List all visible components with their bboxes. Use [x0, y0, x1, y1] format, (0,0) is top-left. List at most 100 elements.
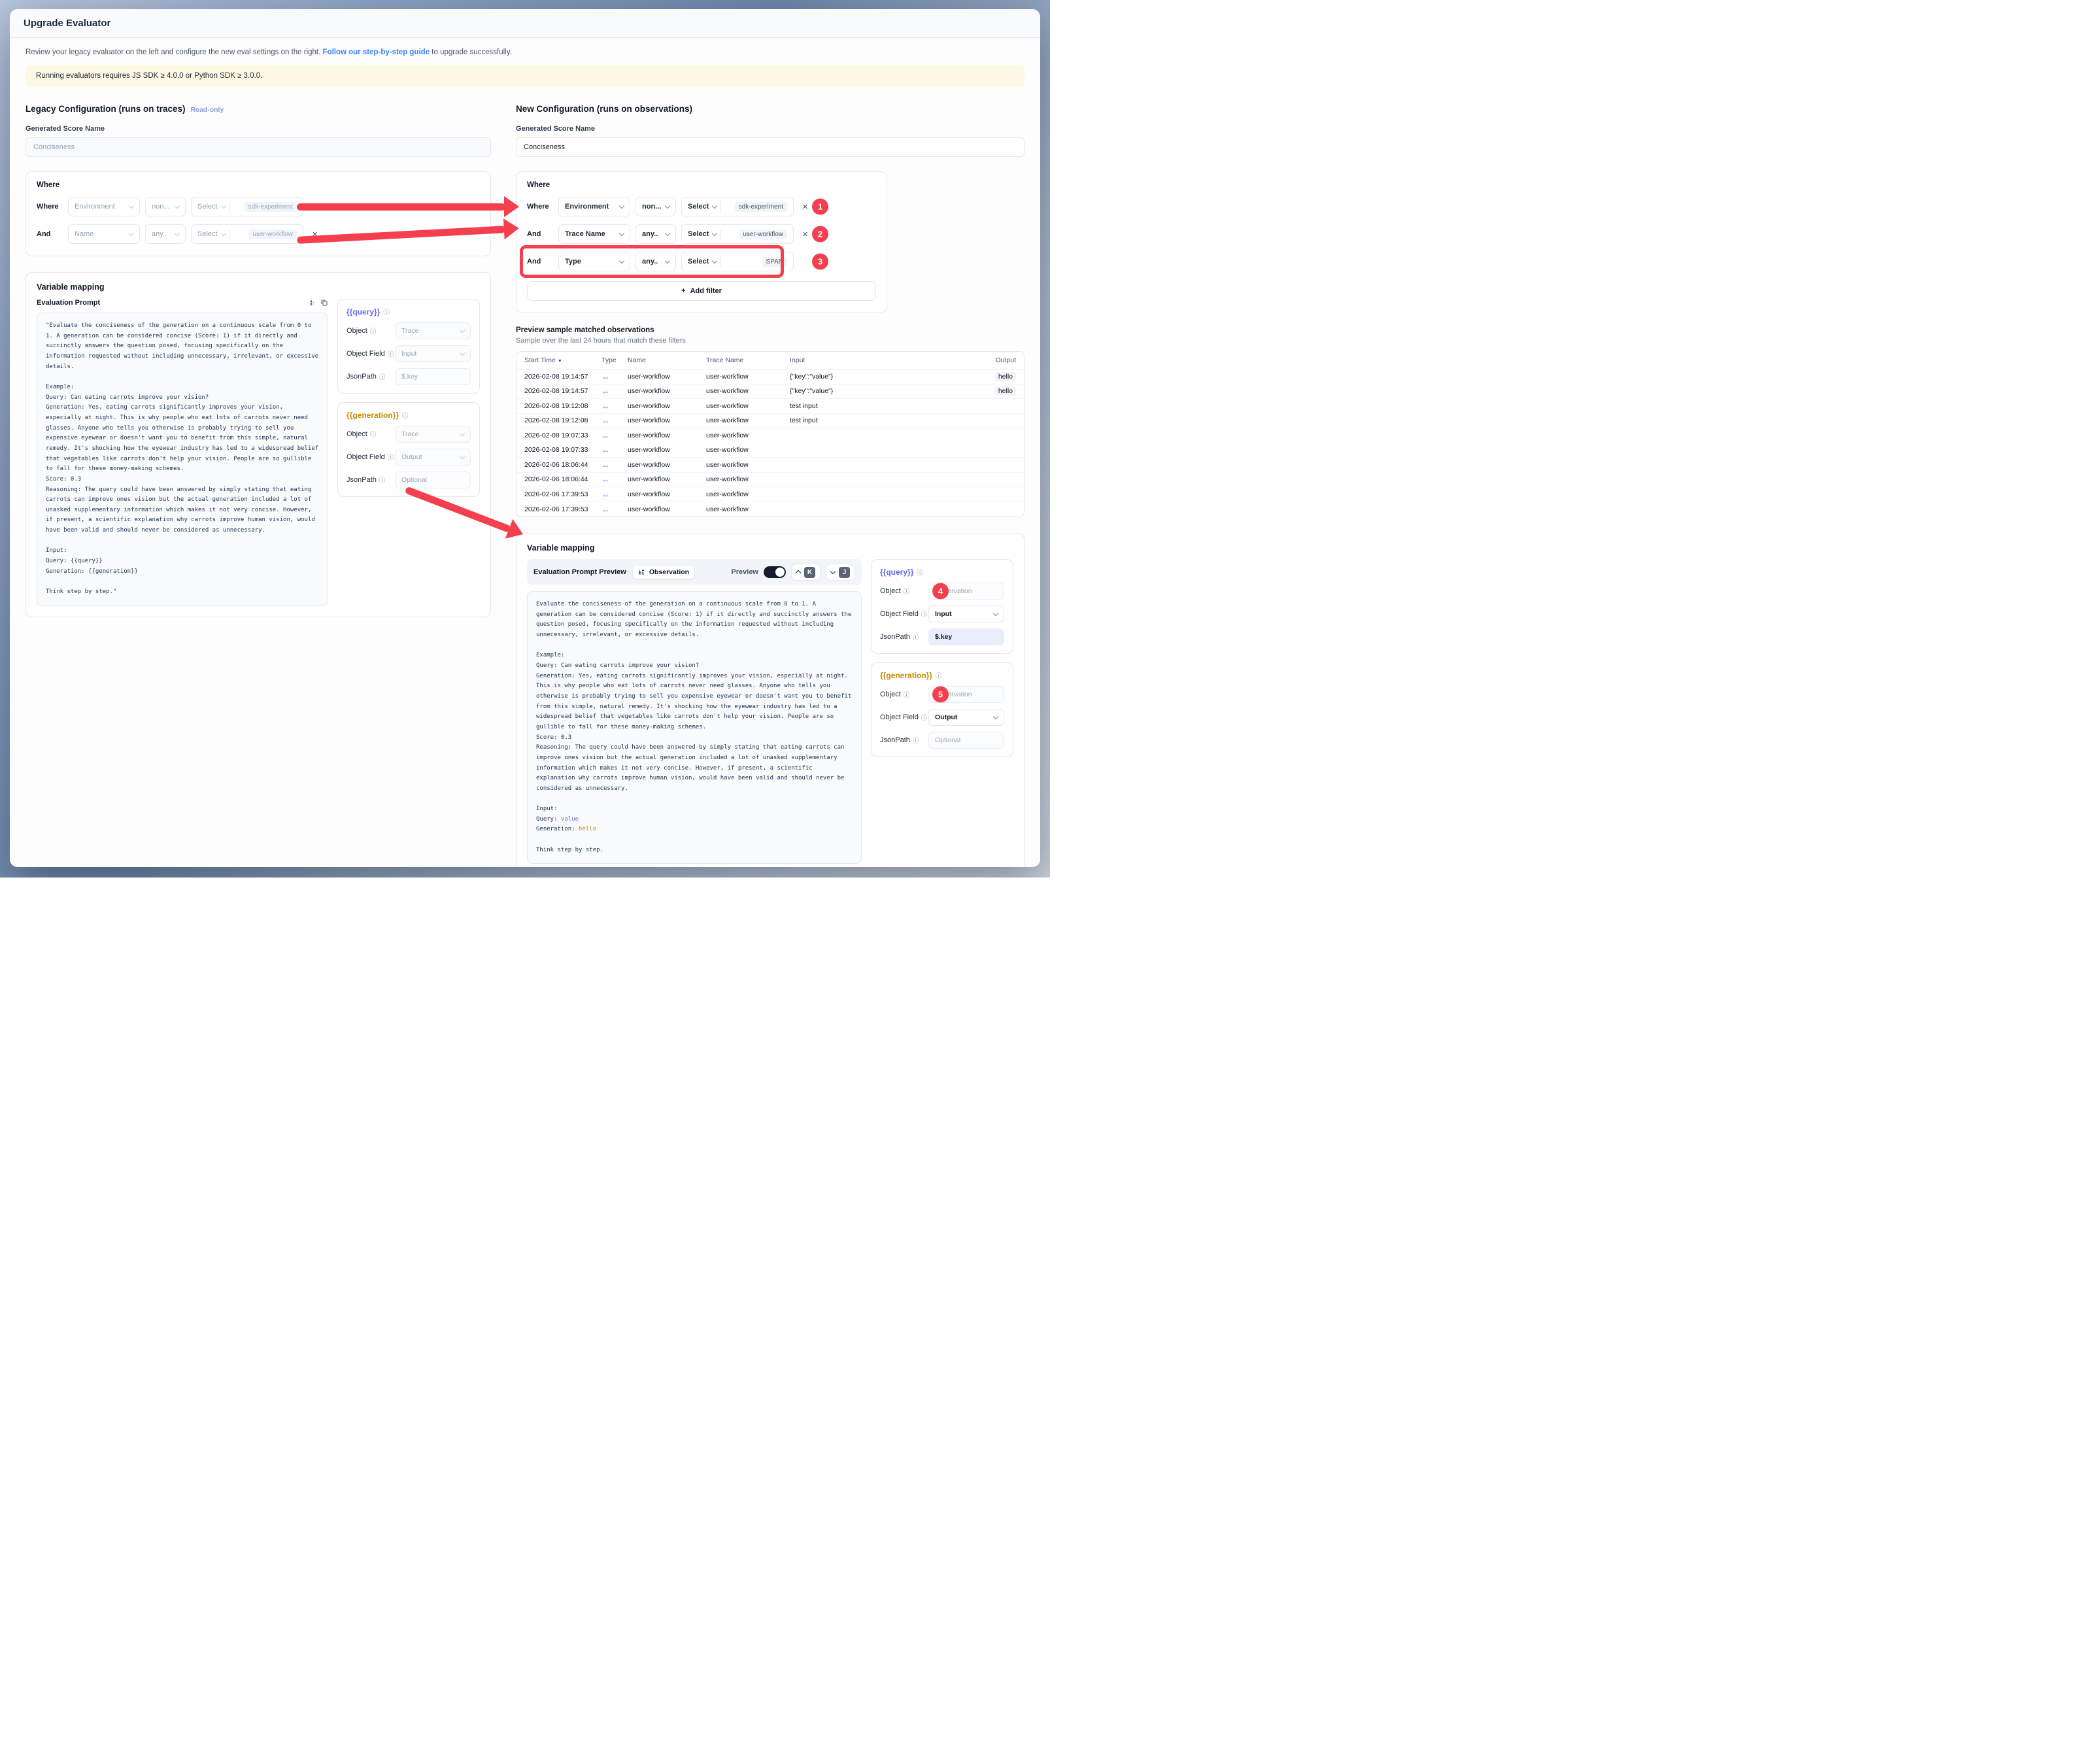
- info-icon: ⓘ: [904, 587, 910, 596]
- table-row[interactable]: 2026-02-06 18:06:44↔user-workflowuser-wo…: [517, 473, 1024, 488]
- close-icon: ✕: [312, 230, 318, 239]
- filter-column-select: Environment: [68, 197, 140, 216]
- preview-observations-subtitle: Sample over the last 24 hours that match…: [516, 337, 1025, 345]
- preview-toggle[interactable]: [764, 566, 786, 578]
- divider: [720, 201, 721, 212]
- legacy-where-label: Where: [37, 181, 480, 189]
- new-where-card: Where Where Environment non... Selectsdk…: [516, 171, 887, 313]
- filter-column-select[interactable]: Type: [558, 252, 630, 271]
- add-filter-button[interactable]: +Add filter: [527, 281, 876, 301]
- info-icon: ⓘ: [936, 671, 942, 680]
- observations-table: Start Time▼ Type Name Trace Name Input O…: [516, 351, 1025, 517]
- col-type: Type: [601, 356, 628, 364]
- new-filter-row-2: And Trace Name any.. Selectuser-workflow…: [527, 224, 876, 244]
- filter-value-select[interactable]: Selectuser-workflow: [681, 224, 794, 244]
- jsonpath-input[interactable]: Optional: [928, 732, 1004, 749]
- new-title: New Configuration (runs on observations): [516, 104, 1025, 114]
- query-variable-title: {{query}}: [880, 568, 913, 577]
- sort-desc-icon: ▼: [558, 359, 562, 364]
- next-variable-button[interactable]: J: [826, 564, 855, 581]
- annotation-badge-2: 2: [812, 226, 828, 243]
- chevron-down-icon: [712, 258, 717, 263]
- collapse-vertical-icon[interactable]: [307, 299, 315, 307]
- filter-column-select[interactable]: Environment: [558, 197, 630, 216]
- annotation-badge-1: 1: [812, 199, 828, 215]
- filter-value-chip: SPAN: [762, 257, 788, 267]
- new-variable-mapping-card: Variable mapping Evaluation Prompt Previ…: [516, 533, 1025, 867]
- filter-column-select: Name: [68, 224, 140, 244]
- step-by-step-guide-link[interactable]: Follow our step-by-step guide: [323, 48, 430, 56]
- info-icon: ⓘ: [379, 372, 386, 381]
- modal-title: Upgrade Evaluator: [24, 18, 1026, 29]
- modal-header: Upgrade Evaluator: [10, 9, 1040, 38]
- readonly-badge: Read-only: [191, 106, 224, 114]
- filter-operator-select[interactable]: any..: [635, 252, 676, 271]
- table-row[interactable]: 2026-02-08 19:07:33↔user-workflowuser-wo…: [517, 428, 1024, 443]
- filter-operator-select[interactable]: any..: [635, 224, 676, 244]
- legacy-filter-row-1: Where Environment non... Selectsdk-exper…: [37, 197, 480, 216]
- preview-observations-title: Preview sample matched observations: [516, 326, 1025, 334]
- prompt-preview-text: Evaluate the conciseness of the generati…: [527, 591, 862, 864]
- legacy-filter-row-2: And Name any.. Selectuser-workflow ✕: [37, 224, 480, 244]
- remove-filter-icon[interactable]: ✕: [802, 203, 808, 211]
- span-type-icon: ↔: [601, 490, 628, 499]
- new-score-input[interactable]: Conciseness: [516, 137, 1025, 157]
- chevron-down-icon: [460, 350, 465, 355]
- filter-connector: And: [527, 258, 553, 265]
- object-field-select: Output: [395, 449, 471, 466]
- observation-chip[interactable]: Observation: [633, 566, 694, 579]
- filter-value-select[interactable]: SelectSPAN: [681, 252, 794, 271]
- keycap-k: K: [804, 567, 815, 578]
- object-field-select[interactable]: Output: [928, 709, 1004, 726]
- col-start-time[interactable]: Start Time▼: [524, 356, 601, 364]
- table-row[interactable]: 2026-02-06 18:06:44↔user-workflowuser-wo…: [517, 458, 1024, 473]
- prev-variable-button[interactable]: K: [791, 564, 821, 581]
- legacy-title: Legacy Configuration (runs on traces)Rea…: [25, 104, 491, 114]
- table-row[interactable]: 2026-02-08 19:07:33↔user-workflowuser-wo…: [517, 443, 1024, 458]
- filter-column-select[interactable]: Trace Name: [558, 224, 630, 244]
- span-type-icon: ↔: [601, 460, 628, 469]
- table-row[interactable]: 2026-02-08 19:12:08↔user-workflowuser-wo…: [517, 399, 1024, 414]
- info-icon: ⓘ: [370, 430, 377, 439]
- chevron-down-icon: [175, 203, 180, 208]
- annotation-badge-5: 5: [932, 687, 949, 703]
- divider: [720, 229, 721, 239]
- intro-before: Review your legacy evaluator on the left…: [25, 48, 323, 56]
- intro-text: Review your legacy evaluator on the left…: [25, 48, 1025, 56]
- object-field-select[interactable]: Input: [928, 605, 1004, 622]
- filter-connector: And: [37, 230, 63, 238]
- table-row[interactable]: 2026-02-08 19:14:57↔user-workflowuser-wo…: [517, 369, 1024, 384]
- legacy-generation-mapping-card: {{generation}}ⓘ ObjectⓘTrace Object Fiel…: [337, 402, 480, 497]
- plus-icon: +: [681, 287, 685, 295]
- chevron-down-icon: [993, 610, 998, 615]
- object-select: Trace: [395, 426, 471, 443]
- annotation-badge-4: 4: [932, 583, 949, 600]
- copy-icon[interactable]: [320, 299, 328, 307]
- generation-variable-title: {{generation}}: [880, 671, 932, 680]
- table-row[interactable]: 2026-02-06 17:39:53↔user-workflowuser-wo…: [517, 487, 1024, 502]
- filter-operator-select[interactable]: non...: [635, 197, 676, 216]
- table-row[interactable]: 2026-02-06 17:39:53↔user-workflowuser-wo…: [517, 502, 1024, 517]
- info-icon: ⓘ: [913, 632, 919, 641]
- filter-connector: Where: [37, 203, 63, 211]
- chevron-down-icon: [129, 203, 134, 208]
- annotation-badge-3: 3: [812, 254, 828, 270]
- filter-value-select[interactable]: Selectsdk-experiment: [681, 197, 794, 216]
- divider: [229, 229, 230, 239]
- filter-value-chip: user-workflow: [248, 230, 297, 239]
- info-icon: ⓘ: [921, 609, 928, 619]
- chevron-down-icon: [129, 230, 134, 235]
- object-select: Trace: [395, 322, 471, 339]
- chevron-down-icon: [993, 713, 998, 719]
- info-icon: ⓘ: [388, 452, 394, 462]
- table-row[interactable]: 2026-02-08 19:14:57↔user-workflowuser-wo…: [517, 384, 1024, 400]
- remove-filter-icon[interactable]: ✕: [802, 230, 808, 239]
- jsonpath-input[interactable]: $.key: [928, 628, 1004, 645]
- new-generation-mapping-card: {{generation}}ⓘ Objectⓘ5Observation Obje…: [871, 662, 1013, 757]
- evaluation-prompt-header: Evaluation Prompt: [37, 299, 328, 307]
- new-vm-title: Variable mapping: [527, 543, 1013, 553]
- chevron-down-icon: [460, 430, 465, 435]
- filter-value-chip: user-workflow: [739, 230, 787, 239]
- table-row[interactable]: 2026-02-08 19:12:08↔user-workflowuser-wo…: [517, 414, 1024, 429]
- table-header-row: Start Time▼ Type Name Trace Name Input O…: [517, 352, 1024, 369]
